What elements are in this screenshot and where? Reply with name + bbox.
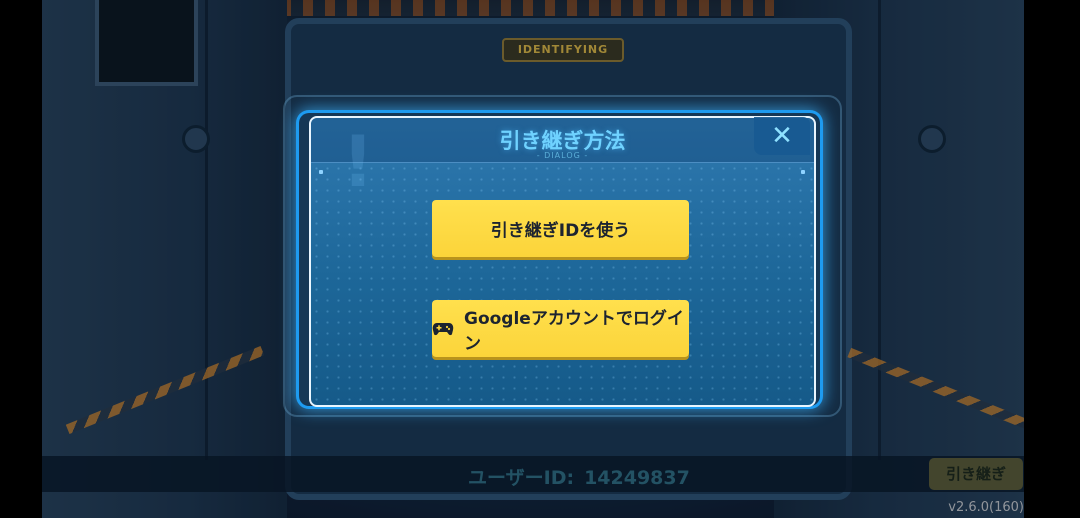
corner-marker [319,170,323,174]
use-transfer-id-button[interactable]: 引き継ぎIDを使う [432,200,689,257]
transfer-method-dialog: 引き継ぎ方法 - DIALOG - [309,116,816,407]
dialog-subtitle: - DIALOG - [536,151,589,160]
close-icon: ✕ [771,121,793,151]
close-button[interactable]: ✕ [754,117,810,155]
game-scene: IDENTIFYING ユーザーID: 14249837 引き継ぎ v2.6.0(… [0,0,1080,518]
google-login-button[interactable]: Googleアカウントでログイン [432,300,689,357]
exclamation-watermark-icon: ! [342,121,374,203]
use-transfer-id-label: 引き継ぎIDを使う [490,221,631,241]
google-login-label: Googleアカウントでログイン [464,308,684,354]
corner-marker [801,170,805,174]
gamepad-icon [432,322,454,335]
